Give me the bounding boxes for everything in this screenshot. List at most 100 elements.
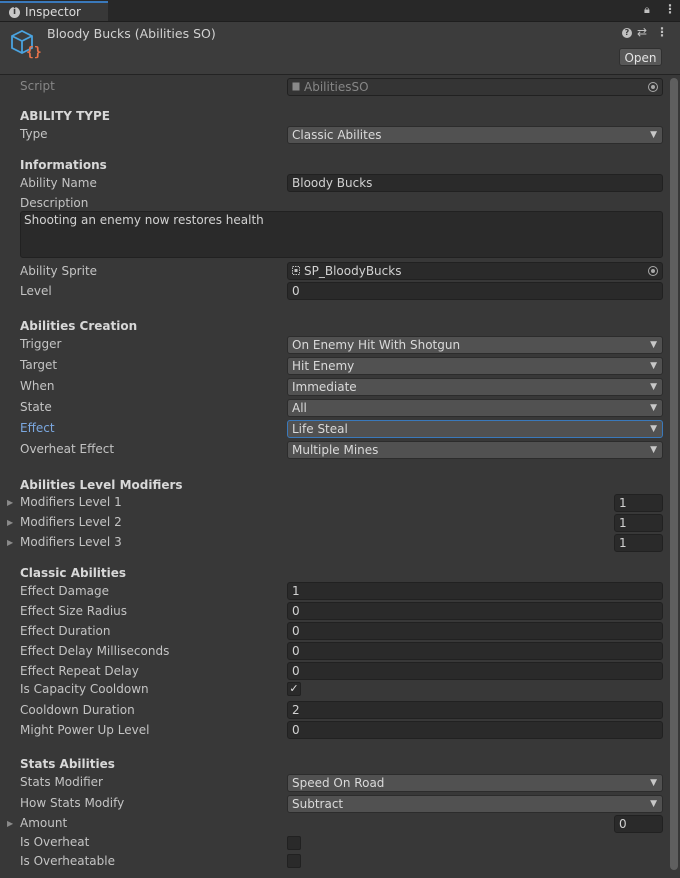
effect-delay-label: Effect Delay Milliseconds (20, 644, 170, 658)
amount-label[interactable]: Amount (20, 816, 67, 830)
modifiers-level-2-label[interactable]: Modifiers Level 2 (20, 515, 122, 529)
modifiers-level-1-label[interactable]: Modifiers Level 1 (20, 495, 122, 509)
modifiers-level-2-size[interactable]: 1 (614, 514, 663, 532)
modifiers-level-3-size[interactable]: 1 (614, 534, 663, 552)
modifiers-level-3-label[interactable]: Modifiers Level 3 (20, 535, 122, 549)
effect-dropdown[interactable]: Life Steal ▼ (287, 420, 663, 438)
foldout-arrow-icon[interactable]: ▶ (7, 538, 13, 547)
might-power-up-field[interactable]: 0 (287, 721, 663, 739)
amount-size-field[interactable]: 0 (614, 815, 663, 833)
info-icon: i (9, 7, 20, 18)
trigger-dropdown[interactable]: On Enemy Hit With Shotgun ▼ (287, 336, 663, 354)
svg-text:{}: {} (26, 45, 41, 59)
capacity-cooldown-label: Is Capacity Cooldown (20, 682, 149, 696)
stats-modifier-dropdown[interactable]: Speed On Road ▼ (287, 774, 663, 792)
effect-damage-label: Effect Damage (20, 584, 109, 598)
dropdown-arrow-icon: ▼ (650, 778, 657, 788)
header-menu-icon[interactable]: ⋮ (656, 25, 668, 39)
effect-delay-field[interactable]: 0 (287, 642, 663, 660)
how-stats-modify-dropdown[interactable]: Subtract ▼ (287, 795, 663, 813)
is-overheatable-label: Is Overheatable (20, 854, 115, 868)
might-power-up-label: Might Power Up Level (20, 723, 150, 737)
is-overheat-label: Is Overheat (20, 835, 90, 849)
is-overheatable-checkbox[interactable] (287, 854, 301, 868)
scrollbar-thumb[interactable] (670, 78, 678, 870)
stats-modifier-label: Stats Modifier (20, 775, 103, 789)
cooldown-duration-label: Cooldown Duration (20, 703, 135, 717)
cooldown-duration-field[interactable]: 2 (287, 701, 663, 719)
effect-dropdown-value: Life Steal (292, 422, 348, 436)
dropdown-arrow-icon: ▼ (650, 403, 657, 413)
effect-damage-field[interactable]: 1 (287, 582, 663, 600)
state-dropdown[interactable]: All ▼ (287, 399, 663, 417)
ability-name-field[interactable]: Bloody Bucks (287, 174, 663, 192)
presets-icon[interactable]: ⇄ (637, 25, 647, 39)
dropdown-arrow-icon: ▼ (650, 361, 657, 371)
foldout-arrow-icon[interactable]: ▶ (7, 819, 13, 828)
effect-repeat-delay-field[interactable]: 0 (287, 662, 663, 680)
dropdown-arrow-icon: ▼ (650, 424, 657, 434)
overheat-effect-dropdown-value: Multiple Mines (292, 443, 379, 457)
overheat-effect-label: Overheat Effect (20, 442, 115, 456)
trigger-dropdown-value: On Enemy Hit With Shotgun (292, 338, 461, 352)
when-dropdown-value: Immediate (292, 380, 357, 394)
foldout-arrow-icon[interactable]: ▶ (7, 498, 13, 507)
target-label: Target (20, 358, 58, 372)
effect-size-radius-field[interactable]: 0 (287, 602, 663, 620)
is-overheat-checkbox[interactable] (287, 836, 301, 850)
inspector-header: {} Bloody Bucks (Abilities SO) ? ⇄ ⋮ Ope… (0, 22, 680, 75)
script-value: AbilitiesSO (304, 80, 369, 94)
how-stats-modify-label: How Stats Modify (20, 796, 125, 810)
type-dropdown-value: Classic Abilites (292, 128, 382, 142)
ability-name-label: Ability Name (20, 176, 97, 190)
when-label: When (20, 379, 55, 393)
object-picker-icon[interactable] (648, 266, 658, 276)
capacity-cooldown-checkbox[interactable]: ✓ (287, 682, 301, 696)
stats-modifier-dropdown-value: Speed On Road (292, 776, 385, 790)
effect-duration-label: Effect Duration (20, 624, 111, 638)
modifiers-level-1-size[interactable]: 1 (614, 494, 663, 512)
ability-sprite-label: Ability Sprite (20, 264, 98, 278)
how-stats-modify-dropdown-value: Subtract (292, 797, 344, 811)
object-picker-icon (648, 82, 658, 92)
level-field[interactable]: 0 (287, 282, 663, 300)
asset-title: Bloody Bucks (Abilities SO) (47, 26, 216, 41)
tab-inspector[interactable]: i Inspector (0, 1, 108, 21)
help-icon[interactable]: ? (622, 28, 632, 38)
dropdown-arrow-icon: ▼ (650, 130, 657, 140)
scriptable-object-icon: {} (11, 29, 41, 59)
section-ability-type: ABILITY TYPE (20, 109, 110, 123)
section-informations: Informations (20, 158, 107, 172)
dropdown-arrow-icon: ▼ (650, 445, 657, 455)
target-dropdown-value: Hit Enemy (292, 359, 355, 373)
state-dropdown-value: All (292, 401, 307, 415)
dropdown-arrow-icon: ▼ (650, 799, 657, 809)
description-textarea[interactable]: Shooting an enemy now restores health (20, 211, 663, 258)
overheat-effect-dropdown[interactable]: Multiple Mines ▼ (287, 441, 663, 459)
section-abilities-creation: Abilities Creation (20, 319, 138, 333)
effect-repeat-delay-label: Effect Repeat Delay (20, 664, 139, 678)
foldout-arrow-icon[interactable]: ▶ (7, 518, 13, 527)
dropdown-arrow-icon: ▼ (650, 340, 657, 350)
sprite-icon (292, 266, 300, 275)
type-dropdown[interactable]: Classic Abilites ▼ (287, 126, 663, 144)
dropdown-arrow-icon: ▼ (650, 382, 657, 392)
kebab-menu-icon[interactable]: ⋮ (664, 2, 676, 16)
script-field: AbilitiesSO (287, 78, 663, 96)
tab-inspector-label: Inspector (25, 5, 81, 19)
effect-duration-field[interactable]: 0 (287, 622, 663, 640)
ability-sprite-field[interactable]: SP_BloodyBucks (287, 262, 663, 280)
state-label: State (20, 400, 52, 414)
script-file-icon (292, 82, 300, 91)
description-label: Description (20, 196, 89, 210)
when-dropdown[interactable]: Immediate ▼ (287, 378, 663, 396)
type-label: Type (20, 127, 48, 141)
target-dropdown[interactable]: Hit Enemy ▼ (287, 357, 663, 375)
level-label: Level (20, 284, 52, 298)
section-classic-abilities: Classic Abilities (20, 566, 127, 580)
tab-bar: i Inspector 🔒︎ ⋮ (0, 0, 680, 22)
ability-sprite-value: SP_BloodyBucks (304, 264, 402, 278)
open-button[interactable]: Open (619, 48, 662, 66)
script-label: Script (20, 79, 55, 93)
lock-icon[interactable]: 🔒︎ (644, 3, 650, 17)
